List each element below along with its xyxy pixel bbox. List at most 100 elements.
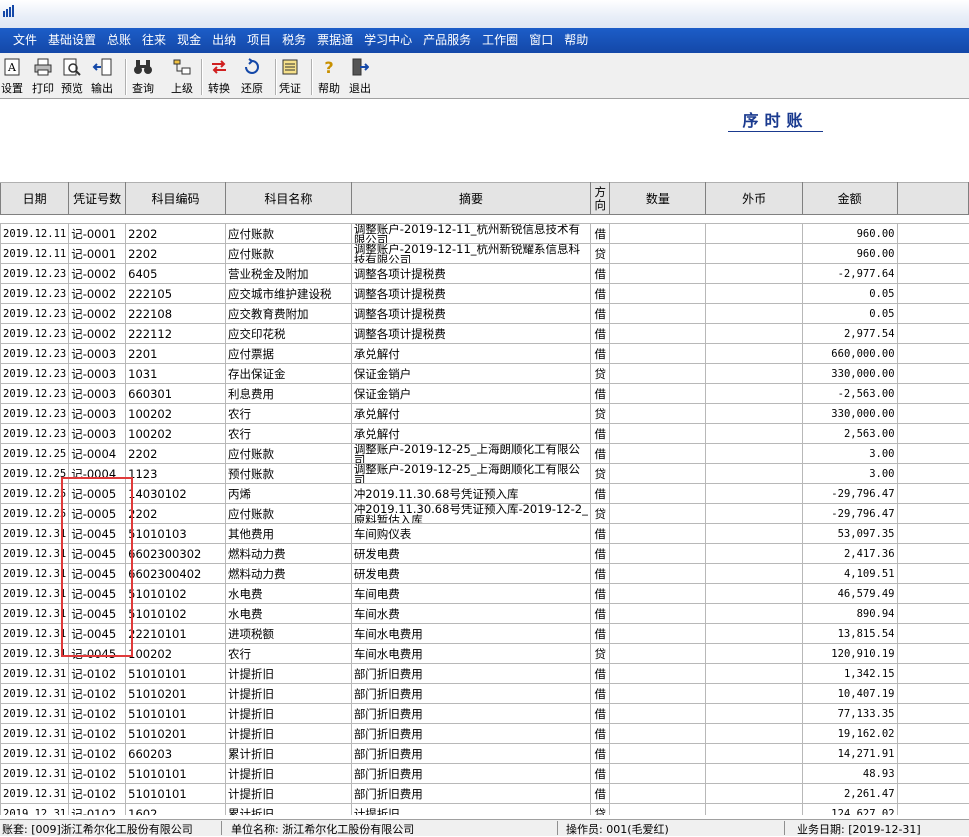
table-cell: 车间水电费用 xyxy=(350,623,592,644)
menu-item[interactable]: 工作圈 xyxy=(476,28,523,53)
column-header[interactable]: 数量 xyxy=(609,182,707,215)
menu-item[interactable]: 往来 xyxy=(136,28,171,53)
table-row[interactable]: 2019.12.31 记-0045 22210101 进项税额 车间水电费用借 13,81… xyxy=(0,623,969,644)
toolbar-button[interactable]: 凭证 xyxy=(279,57,301,97)
table-cell: 记-0102 xyxy=(68,803,127,815)
table-row[interactable]: 2019.12.25 记-0004 1123 预付账款 调整账户-2019-12-25_… xyxy=(0,463,969,484)
table-cell-filler xyxy=(896,723,969,744)
table-row[interactable]: 2019.12.25 记-0004 2202 应付账款 调整账户-2019-12-25_… xyxy=(0,443,969,464)
table-row[interactable]: 2019.12.31 记-0102 51010101 计提折旧 部门折旧费用借 2,261… xyxy=(0,783,969,804)
toolbar-button[interactable]: 查询 xyxy=(132,57,154,97)
toolbar-button-label: 设置 xyxy=(1,82,23,95)
table-cell: 农行 xyxy=(224,643,352,664)
table-cell: 6602300402 xyxy=(125,563,226,584)
table-row[interactable]: 2019.12.25 记-0005 14030102 丙烯 冲2019.11.30.68… xyxy=(0,483,969,504)
table-row[interactable]: 2019.12.23 记-0002 222108 应交教育费附加 调整各项计提税费借 0.… xyxy=(0,303,969,324)
table-row[interactable]: 2019.12.31 记-0045 51010102 水电费 车间电费借 46,579.4… xyxy=(0,583,969,604)
table-row[interactable]: 2019.12.31 记-0045 6602300302 燃料动力费 研发电费借 2,41… xyxy=(0,543,969,564)
table-cell xyxy=(705,483,803,504)
table-row[interactable]: 2019.12.31 记-0102 51010101 计提折旧 部门折旧费用借 1,342… xyxy=(0,663,969,684)
table-row[interactable]: 2019.12.23 记-0003 100202 农行 承兑解付贷 330,000.00 xyxy=(0,403,969,424)
column-header[interactable]: 外币 xyxy=(705,182,803,215)
column-header[interactable]: 日期 xyxy=(0,182,70,215)
column-header[interactable]: 金额 xyxy=(801,182,898,215)
table-row[interactable]: 2019.12.11 记-0001 2202 应付账款 调整账户-2019-12-11_… xyxy=(0,223,969,244)
table-cell: 2019.12.31 xyxy=(0,803,70,815)
table-row[interactable]: 2019.12.23 记-0002 222105 应交城市维护建设税 调整各项计提税费借… xyxy=(0,283,969,304)
table-cell: 2019.12.23 xyxy=(0,323,70,344)
toolbar-button-label: 帮助 xyxy=(318,82,340,95)
settings-icon: A xyxy=(2,57,22,77)
table-cell: 2,261.47 xyxy=(801,783,898,804)
column-header[interactable]: 科目名称 xyxy=(224,182,352,215)
toolbar-button[interactable]: 上级 xyxy=(171,57,193,97)
table-row[interactable]: 2019.12.23 记-0002 6405 营业税金及附加 调整各项计提税费借 -2,9… xyxy=(0,263,969,284)
menu-item[interactable]: 总账 xyxy=(101,28,136,53)
table-cell xyxy=(609,703,707,724)
column-header[interactable]: 凭证号数 xyxy=(68,182,127,215)
column-header[interactable]: 科目编码 xyxy=(125,182,226,215)
table-cell: 借 xyxy=(590,423,611,444)
table-row[interactable]: 2019.12.23 记-0003 100202 农行 承兑解付借 2,563.00 xyxy=(0,423,969,444)
toolbar-button[interactable]: 转换 xyxy=(208,57,230,97)
column-header[interactable]: 摘要 xyxy=(350,182,592,215)
table-cell: 330,000.00 xyxy=(801,363,898,384)
table-cell: 222112 xyxy=(125,323,226,344)
column-header[interactable]: 方向 xyxy=(590,182,611,215)
menu-item[interactable]: 现金 xyxy=(171,28,206,53)
menu-item[interactable]: 税务 xyxy=(276,28,311,53)
table-row[interactable]: 2019.12.31 记-0045 100202 农行 车间水电费用贷 120,910.1… xyxy=(0,643,969,664)
table-row[interactable]: 2019.12.31 记-0102 51010101 计提折旧 部门折旧费用借 77,13… xyxy=(0,703,969,724)
toolbar-button[interactable]: 退出 xyxy=(349,57,371,97)
table-cell xyxy=(609,223,707,244)
table-row[interactable]: 2019.12.23 记-0003 1031 存出保证金 保证金销户贷 330,000.0… xyxy=(0,363,969,384)
table-row[interactable]: 2019.12.31 记-0102 1602 累计折旧 计提折旧贷 124,627.02 xyxy=(0,803,969,815)
table-row[interactable]: 2019.12.25 记-0005 2202 应付账款 冲2019.11.30.68号凭… xyxy=(0,503,969,524)
table-row[interactable]: 2019.12.31 记-0102 51010201 计提折旧 部门折旧费用借 10,40… xyxy=(0,683,969,704)
menu-item[interactable]: 帮助 xyxy=(558,28,593,53)
table-cell: 记-0102 xyxy=(68,783,127,804)
table-cell: 记-0045 xyxy=(68,523,127,544)
table-cell: 部门折旧费用 xyxy=(350,763,592,784)
toolbar-button[interactable]: ? 帮助 xyxy=(318,57,340,97)
menu-item[interactable]: 文件 xyxy=(0,28,42,53)
table-row[interactable]: 2019.12.23 记-0002 222112 应交印花税 调整各项计提税费借 2,97… xyxy=(0,323,969,344)
table-row[interactable]: 2019.12.31 记-0045 51010103 其他费用 车间购仪表借 53,097… xyxy=(0,523,969,544)
table-row[interactable]: 2019.12.23 记-0003 660301 利息费用 保证金销户借 -2,563.0… xyxy=(0,383,969,404)
binoculars-icon xyxy=(133,57,153,77)
table-row[interactable]: 2019.12.31 记-0102 660203 累计折旧 部门折旧费用借 14,271.… xyxy=(0,743,969,764)
table-row[interactable]: 2019.12.31 记-0045 51010102 水电费 车间水费借 890.94 xyxy=(0,603,969,624)
table-row[interactable]: 2019.12.23 记-0003 2201 应付票据 承兑解付借 660,000.00 xyxy=(0,343,969,364)
menu-item[interactable]: 出纳 xyxy=(206,28,241,53)
table-cell: 冲2019.11.30.68号凭证预入库 xyxy=(350,483,592,504)
table-cell: 车间水费 xyxy=(350,603,592,624)
menu-item[interactable]: 票据通 xyxy=(311,28,358,53)
toolbar-button[interactable]: 还原 xyxy=(241,57,263,97)
table-cell: 记-0003 xyxy=(68,343,127,364)
toolbar-separator xyxy=(275,59,277,95)
toolbar-button[interactable]: 打印 xyxy=(32,57,54,97)
ledger-grid[interactable]: 日期 凭证号数 科目编码 科目名称 摘要 方向 数量 外币 金额 2019.12.11 记-000… xyxy=(0,182,969,815)
toolbar-button[interactable]: A 设置 xyxy=(1,57,23,97)
table-cell: 计提折旧 xyxy=(224,783,352,804)
table-cell: 应付账款 xyxy=(224,503,352,524)
table-row[interactable]: 2019.12.11 记-0001 2202 应付账款 调整账户-2019-12-11_… xyxy=(0,243,969,264)
svg-text:?: ? xyxy=(324,58,333,76)
menu-item[interactable]: 项目 xyxy=(241,28,276,53)
menu-item[interactable]: 学习中心 xyxy=(358,28,417,53)
table-cell: 应付账款 xyxy=(224,243,352,264)
toolbar-separator xyxy=(125,59,127,95)
table-cell: 1,342.15 xyxy=(801,663,898,684)
table-cell xyxy=(705,343,803,364)
table-cell: 14030102 xyxy=(125,483,226,504)
toolbar-button[interactable]: 输出 xyxy=(91,57,113,97)
table-row[interactable]: 2019.12.31 记-0045 6602300402 燃料动力费 研发电费借 4,10… xyxy=(0,563,969,584)
menu-item[interactable]: 产品服务 xyxy=(417,28,476,53)
menu-item[interactable]: 窗口 xyxy=(523,28,558,53)
table-row[interactable]: 2019.12.31 记-0102 51010101 计提折旧 部门折旧费用借 48.93 xyxy=(0,763,969,784)
table-cell: -2,977.64 xyxy=(801,263,898,284)
table-row[interactable]: 2019.12.31 记-0102 51010201 计提折旧 部门折旧费用借 19,16… xyxy=(0,723,969,744)
toolbar-button[interactable]: 预览 xyxy=(61,57,83,97)
table-cell: 记-0102 xyxy=(68,763,127,784)
menu-item[interactable]: 基础设置 xyxy=(42,28,101,53)
